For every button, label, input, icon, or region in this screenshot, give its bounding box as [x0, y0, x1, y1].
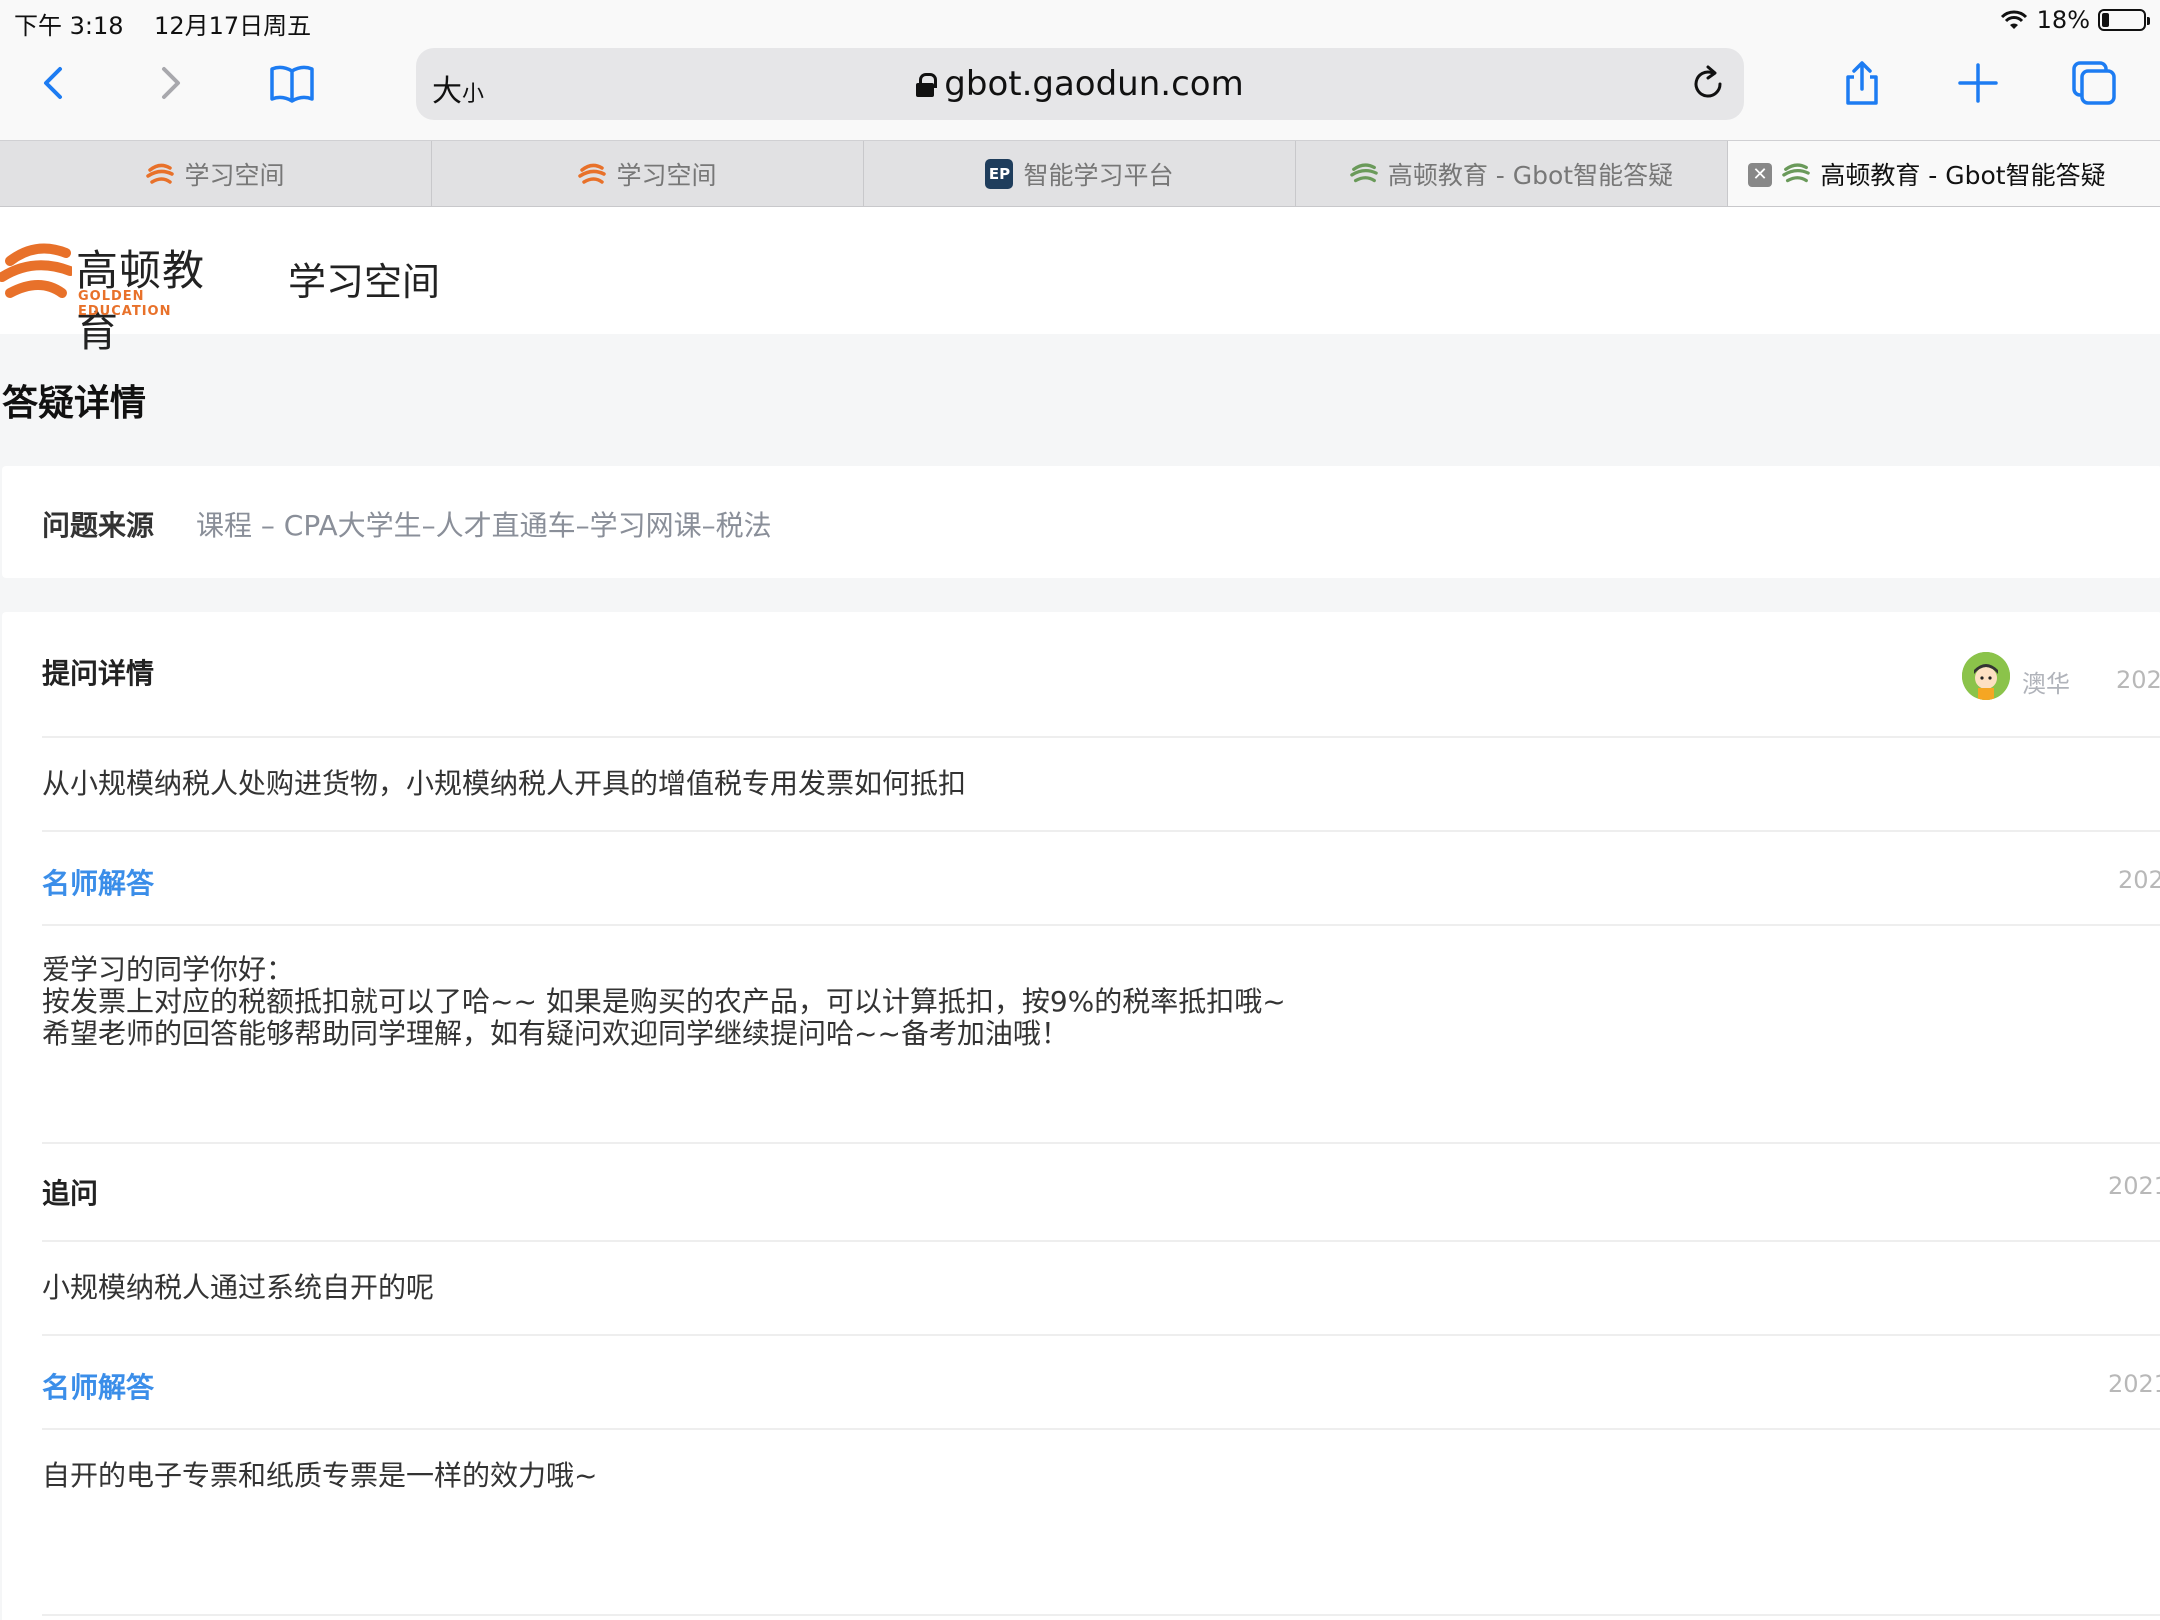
- question-source-card: 问题来源 课程 – CPA大学生–人才直通车–学习网课–税法: [2, 466, 2160, 578]
- divider: [42, 1240, 2160, 1242]
- divider: [42, 1428, 2160, 1430]
- answer-1-title: 名师解答: [42, 867, 155, 900]
- user-name: 澳华: [2022, 670, 2070, 698]
- close-tab-icon[interactable]: ✕: [1748, 163, 1772, 187]
- tabs-overview-button[interactable]: [2066, 55, 2122, 111]
- tab-4[interactable]: 高顿教育 - Gbot智能答疑: [1296, 141, 1728, 206]
- gaodun-logo-icon: [0, 243, 72, 298]
- status-time: 下午 3:18 12月17日周五: [14, 6, 311, 41]
- wifi-icon: [2000, 10, 2027, 29]
- divider: [42, 1614, 2160, 1616]
- tab-4-label: 高顿教育 - Gbot智能答疑: [1387, 160, 1674, 190]
- ep-badge-text: EP: [985, 158, 1014, 189]
- followup-text: 小规模纳税人通过系统自开的呢: [42, 1271, 435, 1304]
- reload-icon[interactable]: [1688, 64, 1728, 104]
- question-text: 从小规模纳税人处购进货物，小规模纳税人开具的增值税专用发票如何抵扣: [42, 767, 967, 800]
- user-avatar: [1962, 652, 2010, 700]
- divider: [42, 1334, 2160, 1336]
- tab-3-label: 智能学习平台: [1023, 160, 1174, 190]
- bookmarks-button[interactable]: [264, 55, 320, 111]
- page-title: 答疑详情: [2, 383, 147, 424]
- divider: [42, 924, 2160, 926]
- tab-1-label: 学习空间: [184, 160, 285, 190]
- tab-5-active[interactable]: ✕ 高顿教育 - Gbot智能答疑: [1728, 141, 2160, 206]
- tab-5-label: 高顿教育 - Gbot智能答疑: [1820, 160, 2106, 190]
- share-button[interactable]: [1834, 55, 1890, 111]
- gaodun-logo-icon: [146, 160, 175, 188]
- tab-3[interactable]: EP 智能学习平台: [864, 141, 1296, 206]
- answer-2-date: 2021: [2108, 1370, 2160, 1398]
- tabs-icon: [2072, 61, 2116, 105]
- battery-percent: 18%: [2036, 6, 2090, 34]
- question-title: 提问详情: [42, 657, 155, 690]
- divider: [42, 830, 2160, 832]
- tab-2[interactable]: 学习空间: [432, 141, 864, 206]
- answer-2-text: 自开的电子专票和纸质专票是一样的效力哦~: [42, 1459, 598, 1492]
- tab-2-label: 学习空间: [616, 160, 717, 190]
- battery-icon: [2098, 9, 2150, 31]
- new-tab-button[interactable]: [1950, 55, 2006, 111]
- url-display[interactable]: gbot.gaodun.com: [416, 64, 1744, 104]
- answer-2-title: 名师解答: [42, 1371, 155, 1404]
- chevron-right-icon: [162, 67, 180, 99]
- status-indicators: 18%: [1999, 6, 2150, 34]
- followup-date: 2021: [2108, 1172, 2160, 1200]
- tab-1[interactable]: 学习空间: [0, 141, 432, 206]
- divider: [42, 736, 2160, 738]
- answer-1-text: 爱学习的同学你好： 按发票上对应的税额抵扣就可以了哈~~ 如果是购买的农产品，可…: [42, 953, 1286, 1050]
- battery-fill: [2102, 13, 2110, 27]
- avatar-icon: [1962, 652, 2010, 700]
- gbot-icon: [1350, 160, 1378, 188]
- browser-chrome: 下午 3:18 12月17日周五 18% 大小 gbot.gaodun.com: [0, 0, 2160, 140]
- brand-logo[interactable]: 高顿教育 GOLDEN EDUCATION: [0, 233, 240, 356]
- status-date-text: 12月17日周五: [154, 12, 312, 40]
- site-header: 高顿教育 GOLDEN EDUCATION 学习空间: [0, 207, 2160, 356]
- book-icon: [270, 65, 314, 103]
- back-button[interactable]: [26, 55, 82, 111]
- question-date: 202: [2116, 666, 2160, 694]
- source-value[interactable]: 课程 – CPA大学生–人才直通车–学习网课–税法: [196, 504, 772, 544]
- share-icon: [1846, 61, 1878, 105]
- divider: [42, 1142, 2160, 1144]
- address-bar[interactable]: 大小 gbot.gaodun.com: [416, 48, 1744, 120]
- answer-1-date: 202: [2118, 866, 2160, 894]
- lock-icon: [916, 73, 938, 97]
- question-detail-card: 提问详情 澳华 202 从小规模纳税人处购进货物，小规模纳税人开具的增值税专用发…: [2, 612, 2160, 1620]
- tab-bar: 学习空间 学习空间 EP 智能学习平台 高顿教育 - Gbot智能答疑 ✕ 高顿…: [0, 140, 2160, 207]
- ep-icon: EP: [985, 158, 1014, 189]
- site-title: 学习空间: [288, 260, 441, 304]
- url-text: gbot.gaodun.com: [944, 64, 1244, 104]
- screen: 下午 3:18 12月17日周五 18% 大小 gbot.gaodun.com …: [0, 0, 2160, 1620]
- gbot-icon: [1782, 160, 1811, 188]
- status-time-text: 下午 3:18: [14, 12, 124, 40]
- forward-button[interactable]: [142, 55, 198, 111]
- source-label: 问题来源: [42, 509, 155, 542]
- chevron-left-icon: [44, 67, 62, 99]
- plus-icon: [1958, 63, 1998, 103]
- gaodun-logo-icon: [578, 160, 607, 188]
- followup-title: 追问: [42, 1177, 99, 1210]
- logo-text-en: GOLDEN EDUCATION: [78, 289, 172, 319]
